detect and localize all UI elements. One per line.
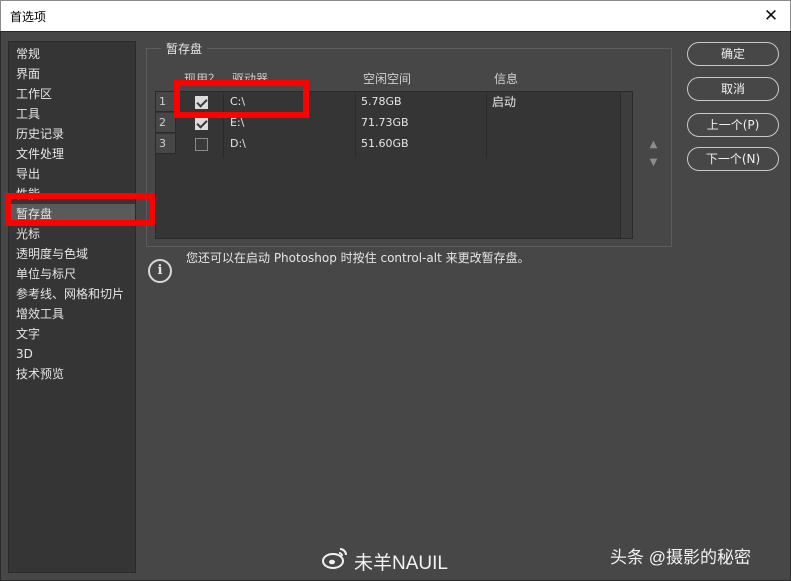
column-header-info: 信息: [494, 72, 519, 86]
next-button[interactable]: 下一个(N): [687, 147, 779, 171]
table-scrollbar[interactable]: [620, 92, 632, 238]
free-space-cell: 71.73GB: [361, 116, 409, 129]
sidebar-item-history[interactable]: 历史记录: [9, 124, 135, 144]
free-space-cell: 5.78GB: [361, 95, 402, 108]
previous-button[interactable]: 上一个(P): [687, 113, 779, 137]
row-number: 3: [156, 134, 176, 154]
sidebar-item-tech-preview[interactable]: 技术预览: [9, 364, 135, 384]
sidebar-item-general[interactable]: 常规: [9, 44, 135, 64]
free-space-cell: 51.60GB: [361, 137, 409, 150]
cancel-button[interactable]: 取消: [687, 77, 779, 101]
column-divider: [355, 92, 356, 158]
sidebar-item-transparency[interactable]: 透明度与色域: [9, 244, 135, 264]
sidebar-item-cursors[interactable]: 光标: [9, 224, 135, 244]
drive-cell: D:\: [230, 137, 246, 150]
weibo-watermark: 未羊NAUIL: [354, 553, 448, 574]
weibo-logo-icon: [322, 548, 347, 569]
column-divider: [486, 92, 487, 158]
move-down-arrow-icon[interactable]: ▼: [648, 158, 659, 168]
sidebar-item-3d[interactable]: 3D: [9, 344, 135, 364]
column-header-free: 空闲空间: [363, 72, 412, 86]
active-checkbox[interactable]: [195, 138, 208, 151]
sidebar-item-interface[interactable]: 界面: [9, 64, 135, 84]
highlight-box-checkbox: [174, 80, 309, 118]
ok-button[interactable]: 确定: [687, 42, 779, 66]
sidebar-item-plugins[interactable]: 增效工具: [9, 304, 135, 324]
sidebar-item-units[interactable]: 单位与标尺: [9, 264, 135, 284]
highlight-box-scratch-disks: [5, 193, 155, 226]
info-cell: 启动: [492, 95, 517, 109]
sidebar-item-tools[interactable]: 工具: [9, 104, 135, 124]
sidebar-item-export[interactable]: 导出: [9, 164, 135, 184]
sidebar-item-workspace[interactable]: 工作区: [9, 84, 135, 104]
active-checkbox[interactable]: [195, 117, 208, 130]
row-number: 1: [156, 92, 176, 112]
move-up-arrow-icon[interactable]: ▲: [648, 140, 659, 150]
sidebar-item-file-handling[interactable]: 文件处理: [9, 144, 135, 164]
window-title: 首选项: [10, 10, 47, 24]
row-number: 2: [156, 113, 176, 133]
close-icon[interactable]: ✕: [760, 5, 782, 27]
sidebar-item-type[interactable]: 文字: [9, 324, 135, 344]
sidebar-nav: 常规 界面 工作区 工具 历史记录 文件处理 导出 性能 暂存盘 光标 透明度与…: [8, 41, 136, 573]
info-icon: i: [148, 259, 172, 283]
toutiao-watermark: 头条 @摄影的秘密: [610, 548, 751, 567]
title-bar: 首选项 ✕: [0, 0, 791, 31]
group-label: 暂存盘: [161, 40, 208, 57]
info-text: 您还可以在启动 Photoshop 时按住 control-alt 来更改暂存盘…: [186, 251, 530, 265]
sidebar-item-guides[interactable]: 参考线、网格和切片: [9, 284, 135, 304]
